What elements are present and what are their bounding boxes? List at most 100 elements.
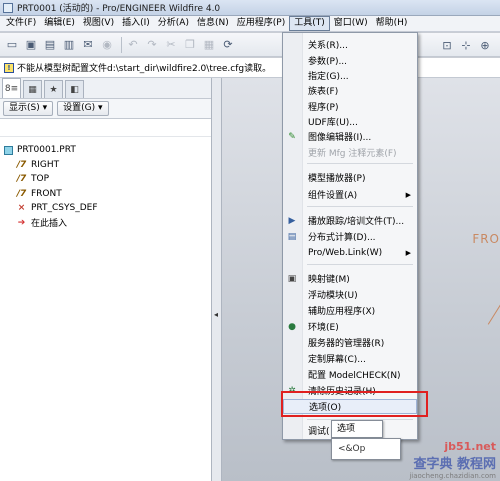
menu-item-update-mfg: 更新 Mfg 注释元素(F)	[283, 145, 417, 160]
tools-menu: 关系(R)... 参数(P)... 指定(G)... 族表(F) 程序(P) U…	[282, 32, 418, 440]
menu-item-floating-modules[interactable]: 浮动模块(U)	[283, 287, 417, 302]
tree-item-top[interactable]: /7 TOP	[4, 172, 211, 187]
options-highlight-box	[281, 391, 428, 417]
menu-item-mapkeys[interactable]: ▣ 映射键(M)	[283, 271, 417, 286]
favorites-tab-icon[interactable]: ★	[44, 80, 63, 98]
menu-insert[interactable]: 插入(I)	[118, 16, 154, 31]
undo-icon[interactable]: ↶	[125, 37, 141, 53]
datum-front-label: FRO	[472, 232, 500, 246]
part-icon	[4, 145, 13, 155]
menu-item-parameters[interactable]: 参数(P)...	[283, 53, 417, 68]
menu-item-label: 模型播放器(P)	[308, 174, 366, 184]
menu-item-image-editor[interactable]: ✎ 图像编辑器(I)...	[283, 129, 417, 144]
trail-icon: ▶	[288, 215, 296, 226]
environment-icon: ●	[288, 321, 296, 332]
menu-item-assembly-settings[interactable]: 组件设置(A) ▶	[283, 187, 417, 202]
menu-item-label: 参数(P)...	[308, 57, 348, 67]
tree-item-right[interactable]: /7 RIGHT	[4, 158, 211, 173]
menu-item-label: 族表(F)	[308, 87, 339, 97]
zoom-fit-icon[interactable]: ⊡	[439, 37, 455, 53]
menu-info[interactable]: 信息(N)	[193, 16, 233, 31]
model-tree: PRT0001.PRT /7 RIGHT /7 TOP /7 FRONT ⨯ P…	[0, 137, 211, 230]
menu-item-server-manager[interactable]: 服务器的管理器(R)	[283, 335, 417, 350]
menu-item-program[interactable]: 程序(P)	[283, 99, 417, 114]
email-icon[interactable]: ✉	[80, 37, 96, 53]
menu-tools[interactable]: 工具(T)	[289, 16, 330, 31]
new-file-icon[interactable]: ▭	[4, 37, 20, 53]
cut-icon[interactable]: ✂	[163, 37, 179, 53]
view-toolbar: ⊡ ⊹ ⊕	[439, 37, 496, 53]
tree-item-insert-here[interactable]: ➔ 在此插入	[4, 216, 211, 231]
folder-browser-tab-icon[interactable]: ▦	[23, 80, 42, 98]
tree-item-label: FRONT	[31, 188, 62, 199]
copy-icon[interactable]: ❐	[182, 37, 198, 53]
menu-item-customize-screen[interactable]: 定制屏幕(C)...	[283, 351, 417, 366]
menu-item-weblink[interactable]: Pro/Web.Link(W) ▶	[283, 245, 417, 260]
tree-root-node[interactable]: PRT0001.PRT	[4, 143, 211, 158]
menu-item-relations[interactable]: 关系(R)...	[283, 37, 417, 52]
menu-item-label: 映射键(M)	[308, 275, 350, 285]
model-tree-tab-icon[interactable]: 8≡	[2, 78, 21, 98]
menu-item-distributed[interactable]: ▤ 分布式计算(D)...	[283, 229, 417, 244]
submenu-arrow-icon: ▶	[405, 248, 411, 257]
watermark-line3: jiaocheng.chazidian.com	[409, 472, 496, 480]
message-text: 不能从模型树配置文件d:\start_dir\wildfire2.0\tree.…	[17, 64, 272, 74]
menu-view[interactable]: 视图(V)	[79, 16, 118, 31]
insert-arrow-icon: ➔	[17, 217, 26, 228]
show-dropdown[interactable]: 显示(S) ▾	[3, 101, 54, 116]
tree-item-front[interactable]: /7 FRONT	[4, 187, 211, 202]
print-icon[interactable]: ▥	[61, 37, 77, 53]
menu-item-environment[interactable]: ● 环境(E)	[283, 319, 417, 334]
warning-icon: !	[4, 62, 14, 73]
window-title: PRT0001 (活动的) - Pro/ENGINEER Wildfire 4.…	[17, 4, 221, 14]
menu-item-label: 调试(	[308, 427, 330, 437]
menu-item-label: 定制屏幕(C)...	[308, 355, 366, 365]
menu-item-label: 关系(R)...	[308, 41, 348, 51]
options-tooltip: 选项	[331, 420, 383, 438]
menu-item-modelcheck[interactable]: 配置 ModelCHECK(N)	[283, 367, 417, 382]
menu-edit[interactable]: 编辑(E)	[40, 16, 79, 31]
datum-display-icon[interactable]: ⊕	[477, 37, 493, 53]
menu-file[interactable]: 文件(F)	[2, 16, 40, 31]
model-tree-panel: 8≡ ▦ ★ ◧ 显示(S) ▾ 设置(G) ▾ PRT0001.PRT /7 …	[0, 78, 212, 481]
menu-applications[interactable]: 应用程序(P)	[233, 16, 289, 31]
collapse-arrow-icon[interactable]: ◂	[214, 310, 218, 319]
open-folder-icon[interactable]: ▣	[23, 37, 39, 53]
menu-help[interactable]: 帮助(H)	[372, 16, 412, 31]
message-bar: ! 不能从模型树配置文件d:\start_dir\wildfire2.0\tre…	[0, 58, 500, 78]
watermark-line1: jb51.net	[444, 440, 496, 453]
menu-window[interactable]: 窗口(W)	[330, 16, 372, 31]
menu-item-aux-apps[interactable]: 辅助应用程序(X)	[283, 303, 417, 318]
settings-dropdown[interactable]: 设置(G) ▾	[57, 101, 109, 116]
menu-item-label: 图像编辑器(I)...	[308, 133, 372, 143]
menu-item-label: 环境(E)	[308, 323, 339, 333]
spin-center-icon[interactable]: ⊹	[458, 37, 474, 53]
menu-separator	[307, 264, 413, 265]
save-icon[interactable]: ▤	[42, 37, 58, 53]
menu-item-label: Pro/Web.Link(W)	[308, 247, 383, 258]
menu-bar: 文件(F) 编辑(E) 视图(V) 插入(I) 分析(A) 信息(N) 应用程序…	[0, 16, 500, 32]
menu-item-model-player[interactable]: 模型播放器(P)	[283, 170, 417, 185]
tree-item-csys[interactable]: ⨯ PRT_CSYS_DEF	[4, 201, 211, 216]
history-tab-icon[interactable]: ◧	[65, 80, 84, 98]
distributed-icon: ▤	[287, 231, 297, 242]
datum-plane-edge	[487, 273, 500, 325]
menu-item-label: 组件设置(A)	[308, 191, 358, 201]
datum-plane-icon: /7	[16, 174, 27, 185]
send-icon[interactable]: ◉	[99, 37, 115, 53]
menu-item-label: 浮动模块(U)	[308, 291, 358, 301]
menu-separator	[307, 163, 413, 164]
redo-icon[interactable]: ↷	[144, 37, 160, 53]
menu-analysis[interactable]: 分析(A)	[154, 16, 193, 31]
menu-item-assign[interactable]: 指定(G)...	[283, 68, 417, 83]
menu-item-family-table[interactable]: 族表(F)	[283, 83, 417, 98]
app-icon	[3, 2, 13, 13]
main-toolbar: ▭ ▣ ▤ ▥ ✉ ◉ ↶ ↷ ✂ ❐ ▦ ⟳ ⊡ ⊹ ⊕	[0, 33, 500, 57]
panel-splitter[interactable]: ◂	[212, 78, 222, 481]
regenerate-icon[interactable]: ⟳	[220, 37, 236, 53]
tree-root-label: PRT0001.PRT	[17, 145, 76, 156]
menu-item-udf-library[interactable]: UDF库(U)...	[283, 114, 417, 129]
menu-item-play-trail[interactable]: ▶ 播放跟踪/培训文件(T)...	[283, 213, 417, 228]
paste-icon[interactable]: ▦	[201, 37, 217, 53]
toolbar-separator	[121, 36, 122, 53]
